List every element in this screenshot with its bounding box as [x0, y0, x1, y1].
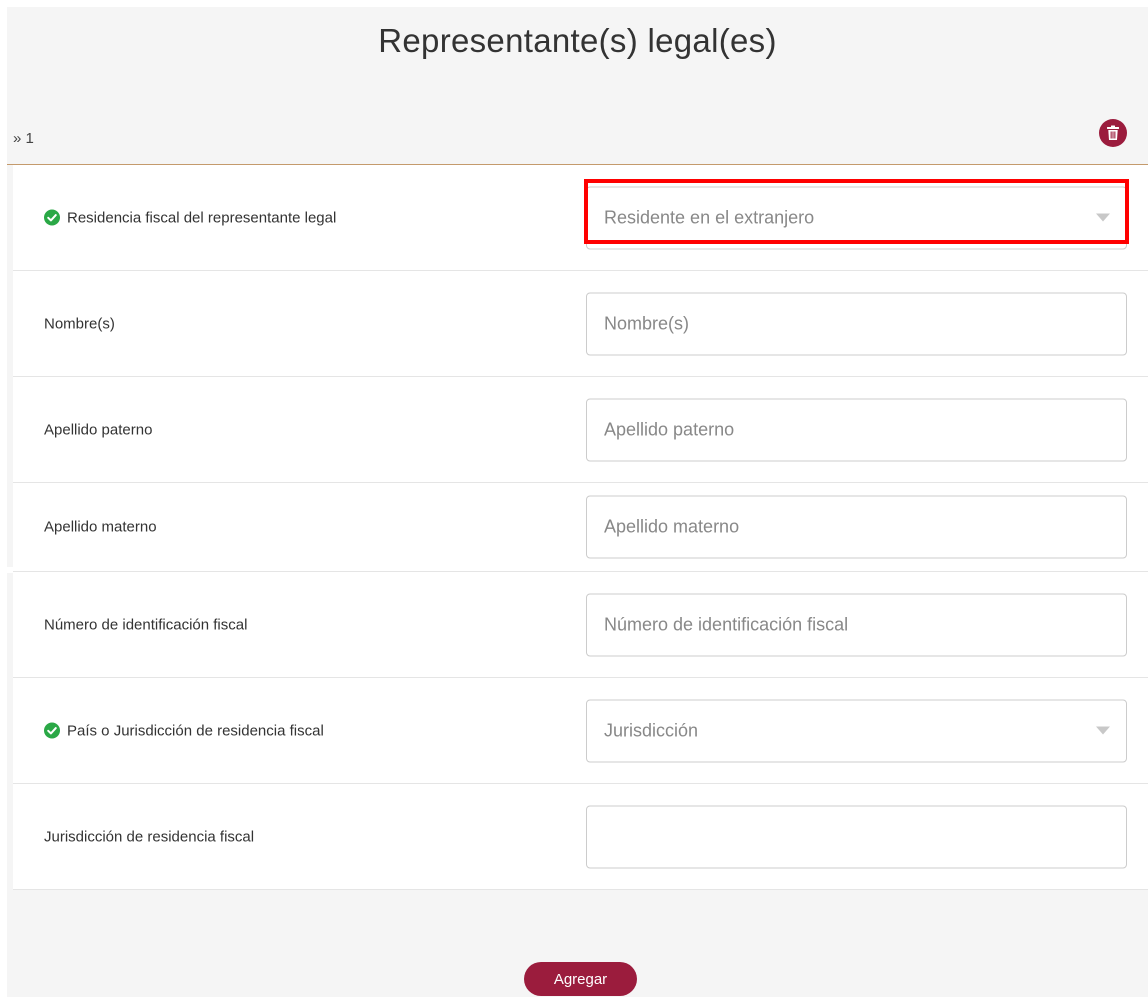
delete-representative-button[interactable] [1099, 119, 1127, 147]
apellido-paterno-input[interactable] [586, 398, 1127, 461]
dropdown-arrow-icon [1096, 213, 1110, 222]
section-header: » 1 [7, 110, 1148, 165]
jurisdiccion-residencia-input[interactable] [586, 805, 1127, 868]
section-index: » 1 [13, 130, 34, 147]
page-title: Representante(s) legal(es) [378, 22, 777, 59]
field-label-pais-jurisdiccion: País o Jurisdicción de residencia fiscal [44, 722, 324, 739]
form-row-residencia-fiscal: Residencia fiscal del representante lega… [13, 165, 1148, 271]
field-label-numero-identificacion: Número de identificación fiscal [44, 616, 248, 633]
form-row-numero-identificacion: Número de identificación fiscal [13, 572, 1148, 678]
select-value: Jurisdicción [604, 720, 699, 740]
trash-icon [1107, 125, 1119, 140]
check-circle-icon [44, 209, 60, 226]
field-label-apellido-paterno: Apellido paterno [44, 421, 153, 438]
divider [7, 567, 13, 573]
check-circle-icon [44, 722, 60, 739]
select-value: Residente en el extranjero [604, 207, 815, 227]
add-button[interactable]: Agregar [524, 962, 637, 996]
form-row-jurisdiccion-residencia: Jurisdicción de residencia fiscal [13, 784, 1148, 890]
residencia-fiscal-select[interactable]: Residente en el extranjero [586, 186, 1127, 249]
field-label-jurisdiccion-residencia: Jurisdicción de residencia fiscal [44, 828, 255, 845]
apellido-materno-input[interactable] [586, 495, 1127, 559]
form-row-apellido-materno: Apellido materno [13, 483, 1148, 572]
form-row-pais-jurisdiccion: País o Jurisdicción de residencia fiscal… [13, 678, 1148, 784]
nombre-input[interactable] [586, 292, 1127, 355]
numero-identificacion-input[interactable] [586, 593, 1127, 656]
field-label-nombre: Nombre(s) [44, 315, 115, 332]
form-row-nombre: Nombre(s) [13, 271, 1148, 377]
field-label-residencia-fiscal: Residencia fiscal del representante lega… [44, 209, 336, 226]
pais-jurisdiccion-select[interactable]: Jurisdicción [586, 699, 1127, 762]
form-row-apellido-paterno: Apellido paterno [13, 377, 1148, 483]
field-label-text: Residencia fiscal del representante lega… [67, 209, 337, 226]
form-fields: Residencia fiscal del representante lega… [13, 165, 1148, 890]
dropdown-arrow-icon [1096, 726, 1110, 735]
field-label-apellido-materno: Apellido materno [44, 518, 157, 536]
field-label-text: País o Jurisdicción de residencia fiscal [67, 722, 324, 739]
